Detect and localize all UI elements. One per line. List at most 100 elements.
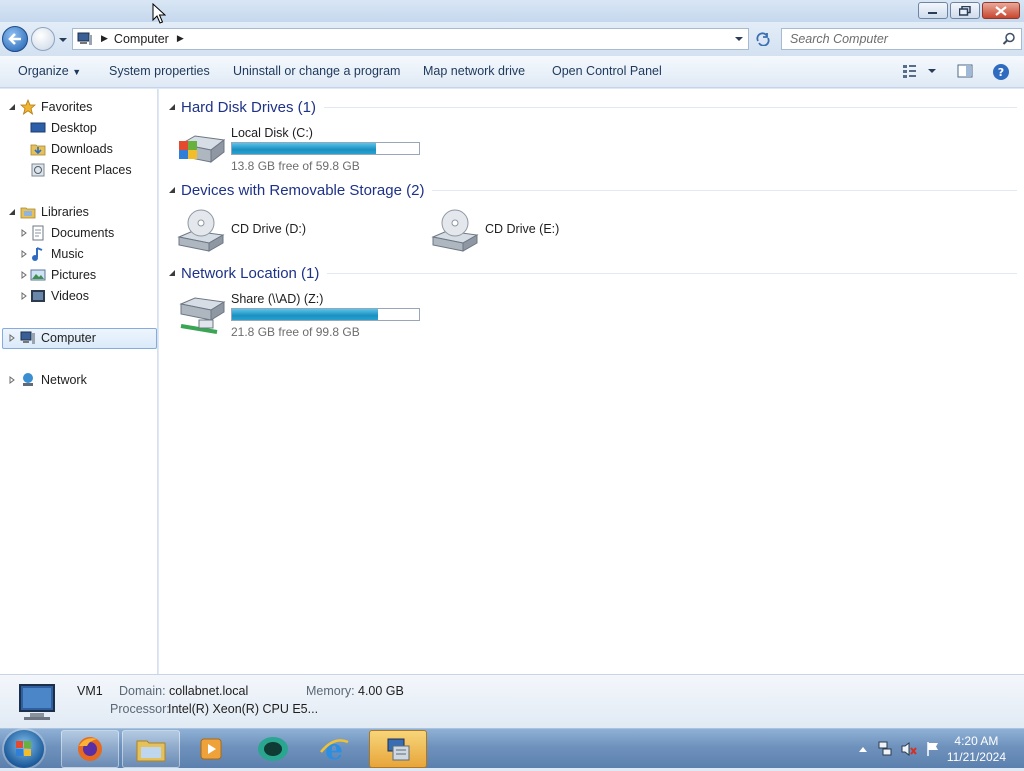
help-icon[interactable]: ? <box>992 63 1010 81</box>
folder-icon <box>136 740 166 762</box>
recent-pages-dropdown-icon[interactable] <box>58 35 68 45</box>
minimize-icon <box>928 11 937 14</box>
network-icon <box>23 373 33 386</box>
search-icon[interactable] <box>1002 32 1016 46</box>
taskbar-media-player[interactable] <box>183 730 241 768</box>
nav-videos-label: Videos <box>51 289 89 303</box>
drive-name: Share (\\AD) (Z:) <box>231 292 324 306</box>
breadcrumb-computer[interactable]: Computer <box>114 32 169 46</box>
drive-item-z[interactable]: Share (\\AD) (Z:) 21.8 GB free of 99.8 G… <box>177 290 437 339</box>
expand-arrow-icon[interactable] <box>8 208 16 216</box>
computer-icon <box>19 684 55 720</box>
address-dropdown-icon[interactable] <box>734 34 744 44</box>
media-player-icon <box>200 738 222 760</box>
map-network-drive-button[interactable]: Map network drive <box>423 64 525 78</box>
group-removable-storage[interactable]: Devices with Removable Storage (2) <box>167 180 1017 200</box>
libraries-icon <box>20 207 36 219</box>
clock-time: 4:20 AM <box>954 734 999 748</box>
group-network-location[interactable]: Network Location (1) <box>167 263 1017 283</box>
uninstall-program-button[interactable]: Uninstall or change a program <box>233 64 400 78</box>
organize-label: Organize <box>18 64 69 78</box>
clock-date: 11/21/2024 <box>946 750 1006 764</box>
nav-recent-places[interactable]: Recent Places <box>30 160 132 180</box>
start-button[interactable] <box>4 730 44 768</box>
nav-pictures-label: Pictures <box>51 268 97 282</box>
nav-computer[interactable]: Computer <box>20 328 96 348</box>
computer-icon <box>77 32 92 45</box>
nav-computer-label: Computer <box>41 331 96 345</box>
processor-value: Intel(R) Xeon(R) CPU E5... <box>168 702 319 716</box>
minimize-button[interactable] <box>918 2 948 19</box>
back-button[interactable] <box>2 26 28 52</box>
drive-name: CD Drive (D:) <box>231 222 306 236</box>
clock[interactable]: 4:20 AM 11/21/2024 <box>947 733 1006 765</box>
drive-item-c[interactable]: Local Disk (C:) 13.8 GB free of 59.8 GB <box>177 124 437 173</box>
content-pane: Hard Disk Drives (1) Local Disk (C:) 13.… <box>159 89 1024 674</box>
taskbar-app-teal[interactable] <box>244 730 302 768</box>
organize-button[interactable]: Organize ▼ <box>18 64 81 78</box>
taskbar-active-app[interactable] <box>369 730 427 768</box>
restore-button[interactable] <box>950 2 980 19</box>
cd-drive-icon <box>431 209 479 252</box>
nav-libraries[interactable]: Libraries <box>20 202 89 222</box>
nav-favorites-label: Favorites <box>41 100 93 114</box>
nav-downloads-label: Downloads <box>51 142 113 156</box>
forward-button[interactable] <box>31 27 55 51</box>
preview-pane-icon[interactable] <box>957 63 973 79</box>
hard-drive-icon <box>179 135 226 164</box>
nav-downloads[interactable]: Downloads <box>30 139 113 159</box>
collapse-arrow-icon[interactable] <box>167 268 177 278</box>
nav-documents[interactable]: Documents <box>30 223 114 243</box>
taskbar-explorer[interactable] <box>122 730 180 768</box>
drive-item-e[interactable]: CD Drive (E:) <box>431 207 671 255</box>
collapsed-arrow-icon[interactable] <box>20 292 28 300</box>
desktop-icon <box>30 122 46 133</box>
drive-name: CD Drive (E:) <box>485 222 560 236</box>
collapsed-arrow-icon[interactable] <box>20 271 28 279</box>
collapse-arrow-icon[interactable] <box>167 185 177 195</box>
pictures-icon <box>30 269 46 281</box>
collapsed-arrow-icon[interactable] <box>20 250 28 258</box>
drive-free-space: 21.8 GB free of 99.8 GB <box>231 325 360 339</box>
nav-desktop-label: Desktop <box>51 121 97 135</box>
nav-pictures[interactable]: Pictures <box>30 265 96 285</box>
refresh-button[interactable] <box>751 28 775 50</box>
taskbar-internet-explorer[interactable]: e <box>305 730 363 768</box>
system-properties-button[interactable]: System properties <box>109 64 210 78</box>
group-title: Hard Disk Drives (1) <box>181 98 317 116</box>
address-box[interactable]: ▶ Computer ▶ <box>72 28 749 50</box>
network-status-icon[interactable] <box>876 740 894 758</box>
show-hidden-icons-arrow-icon[interactable] <box>858 745 868 753</box>
search-input[interactable] <box>788 31 1002 47</box>
breadcrumb-chevron-icon[interactable]: ▶ <box>177 34 184 44</box>
collapse-arrow-icon[interactable] <box>167 102 177 112</box>
taskbar-firefox[interactable] <box>61 730 119 768</box>
nav-network[interactable]: Network <box>20 370 87 390</box>
expand-arrow-icon[interactable] <box>8 103 16 111</box>
recent-places-icon <box>31 163 45 177</box>
group-hard-disk-drives[interactable]: Hard Disk Drives (1) <box>167 97 1017 117</box>
teal-app-icon <box>258 737 288 761</box>
nav-music[interactable]: Music <box>30 244 84 264</box>
nav-videos[interactable]: Videos <box>30 286 89 306</box>
nav-desktop[interactable]: Desktop <box>30 118 97 138</box>
change-view-icon[interactable] <box>902 63 938 79</box>
navigation-pane: Favorites Desktop Downloads Recent Place… <box>0 89 158 674</box>
group-title: Network Location (1) <box>181 264 320 282</box>
collapsed-arrow-icon[interactable] <box>20 229 28 237</box>
nav-favorites[interactable]: Favorites <box>20 97 92 117</box>
internet-explorer-icon: e <box>320 734 349 764</box>
drive-item-d[interactable]: CD Drive (D:) <box>177 207 417 255</box>
collapsed-arrow-icon[interactable] <box>8 376 16 384</box>
collapsed-arrow-icon[interactable] <box>8 334 16 342</box>
open-control-panel-button[interactable]: Open Control Panel <box>552 64 662 78</box>
nav-network-label: Network <box>41 373 87 387</box>
volume-muted-icon[interactable] <box>900 740 918 758</box>
search-box[interactable] <box>781 28 1022 50</box>
action-center-flag-icon[interactable] <box>924 740 942 758</box>
back-arrow-icon <box>8 33 21 45</box>
nav-music-label: Music <box>51 247 84 261</box>
close-button[interactable] <box>982 2 1020 19</box>
refresh-icon <box>756 32 770 46</box>
breadcrumb-chevron-icon[interactable]: ▶ <box>101 34 108 44</box>
